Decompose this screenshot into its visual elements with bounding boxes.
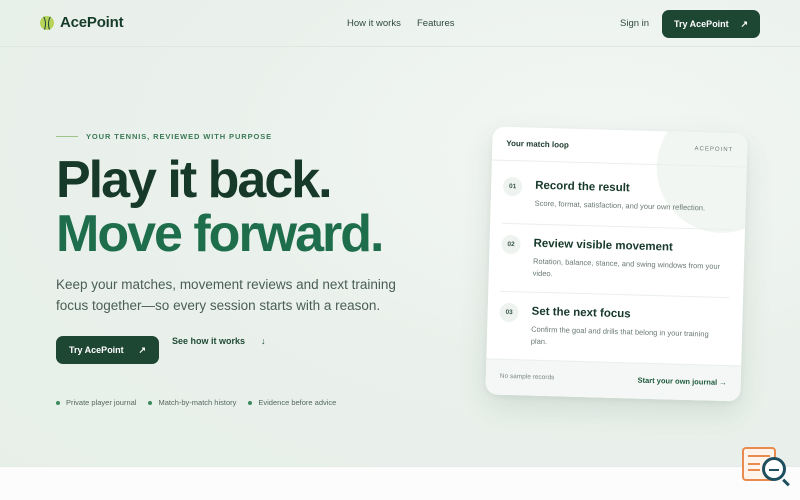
step-number: 01: [502, 176, 523, 197]
nav-link-how-it-works[interactable]: How it works: [347, 18, 401, 29]
no-records-note: No sample records: [499, 372, 555, 382]
step-number: 03: [499, 302, 519, 323]
headline-line-2: Move forward.: [56, 205, 384, 263]
step-item-record: 01 Record the result Score, format, sati…: [502, 176, 732, 223]
step-number: 02: [501, 234, 521, 255]
feature-item: Private player journal: [56, 398, 136, 407]
step-divider: [500, 290, 730, 299]
nav-try-button[interactable]: Try AcePoint ↗: [662, 10, 760, 38]
feature-label: Match-by-match history: [158, 398, 237, 407]
start-journal-link[interactable]: Start your own journal →: [637, 376, 726, 387]
headline-line-1: Play it back.: [56, 151, 333, 209]
step-item-review: 02 Review visible movement Rotation, bal…: [500, 234, 730, 291]
corner-inspector-badge[interactable]: [742, 445, 790, 487]
feature-item: Match-by-match history: [148, 398, 236, 407]
card-tag: ACEPOINT: [694, 146, 734, 154]
card-title: Your match loop: [506, 138, 569, 150]
match-loop-card: Your match loop ACEPOINT 01 Record the r…: [485, 126, 748, 402]
eyebrow-line: [56, 136, 78, 137]
hero-headline: Play it back. Move forward.: [56, 151, 384, 263]
eyebrow-text: YOUR TENNIS, REVIEWED WITH PURPOSE: [86, 132, 273, 141]
tennis-ball-icon: [40, 15, 54, 30]
hero-try-label: Try AcePoint: [69, 345, 124, 355]
feature-label: Evidence before advice: [258, 398, 337, 407]
step-description: Score, format, satisfaction, and your ow…: [534, 198, 706, 213]
nav-try-label: Try AcePoint: [674, 19, 729, 29]
nav-link-features[interactable]: Features: [417, 18, 455, 29]
see-how-it-works-link[interactable]: See how it works ↓: [172, 336, 266, 348]
hero-try-button[interactable]: Try AcePoint ↗: [56, 336, 159, 364]
card-footer: No sample records Start your own journal…: [485, 358, 742, 402]
arrow-up-right-icon: ↗: [740, 18, 748, 29]
feature-label: Private player journal: [66, 398, 137, 407]
feature-list: Private player journal Match-by-match hi…: [56, 398, 336, 407]
brand-name: AcePoint: [60, 14, 124, 31]
sign-in-link[interactable]: Sign in: [620, 18, 649, 29]
arrow-up-right-icon: ↗: [138, 344, 146, 355]
feature-item: Evidence before advice: [248, 398, 336, 407]
hero-eyebrow: YOUR TENNIS, REVIEWED WITH PURPOSE: [56, 132, 272, 141]
top-navigation: AcePoint How it works Features Sign in T…: [0, 0, 800, 47]
magnifier-icon: [762, 457, 786, 481]
step-description: Confirm the goal and drills that belong …: [530, 324, 709, 347]
step-title: Record the result: [534, 179, 630, 195]
step-description: Rotation, balance, stance, and swing win…: [532, 256, 721, 279]
see-how-label: See how it works: [172, 336, 246, 346]
arrow-down-icon: ↓: [261, 336, 266, 346]
bullet-dot-icon: [56, 400, 60, 405]
hero-lead: Keep your matches, movement reviews and …: [56, 277, 396, 313]
bullet-dot-icon: [148, 400, 153, 405]
step-title: Set the next focus: [531, 305, 631, 321]
brand-logo-link[interactable]: AcePoint: [40, 14, 124, 31]
card-header: Your match loop ACEPOINT: [491, 126, 748, 168]
next-section-edge: [0, 466, 800, 500]
step-item-focus: 03 Set the next focus Confirm the goal a…: [498, 302, 728, 359]
step-title: Review visible movement: [533, 237, 673, 254]
bullet-dot-icon: [248, 400, 253, 405]
